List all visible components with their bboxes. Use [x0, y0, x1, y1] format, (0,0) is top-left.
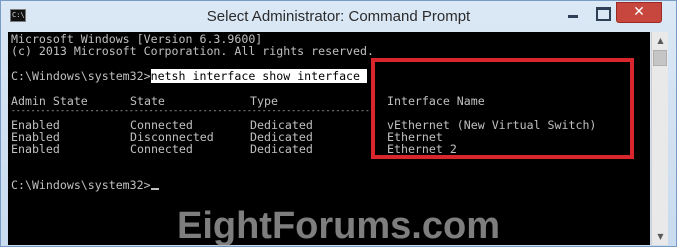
row-3-type: Dedicated: [250, 142, 313, 156]
scroll-down-arrow-icon[interactable]: ▼: [652, 228, 669, 245]
selected-command: netsh interface show interface: [150, 69, 367, 83]
close-icon: ✕: [633, 4, 645, 20]
console-output[interactable]: Microsoft Windows [Version 6.3.9600] (c)…: [8, 32, 650, 245]
row-3-admin-state: Enabled: [11, 142, 60, 156]
final-prompt-line: C:\Windows\system32>: [11, 179, 159, 191]
text-cursor: [150, 188, 159, 190]
vertical-scrollbar[interactable]: ▲ ▼: [651, 32, 668, 245]
header-interface-name: Interface Name: [387, 94, 485, 108]
prompt: C:\Windows\system32>: [11, 69, 151, 83]
scroll-thumb[interactable]: [653, 50, 667, 66]
maximize-button[interactable]: [588, 2, 615, 23]
scroll-up-arrow-icon[interactable]: ▲: [652, 32, 669, 49]
copyright-line: (c) 2013 Microsoft Corporation. All righ…: [11, 44, 374, 58]
command-line: C:\Windows\system32>netsh interface show…: [11, 69, 367, 83]
prompt-2: C:\Windows\system32>: [11, 178, 151, 192]
close-button[interactable]: ✕: [616, 2, 662, 23]
minimize-button[interactable]: [559, 2, 587, 23]
header-divider: ----------------------------------------…: [11, 106, 370, 115]
row-3-interface-name: Ethernet 2: [387, 142, 457, 156]
title-bar[interactable]: C:\ Select Administrator: Command Prompt…: [1, 1, 676, 32]
command-prompt-window: C:\ Select Administrator: Command Prompt…: [0, 0, 677, 247]
row-3-state: Connected: [130, 142, 193, 156]
